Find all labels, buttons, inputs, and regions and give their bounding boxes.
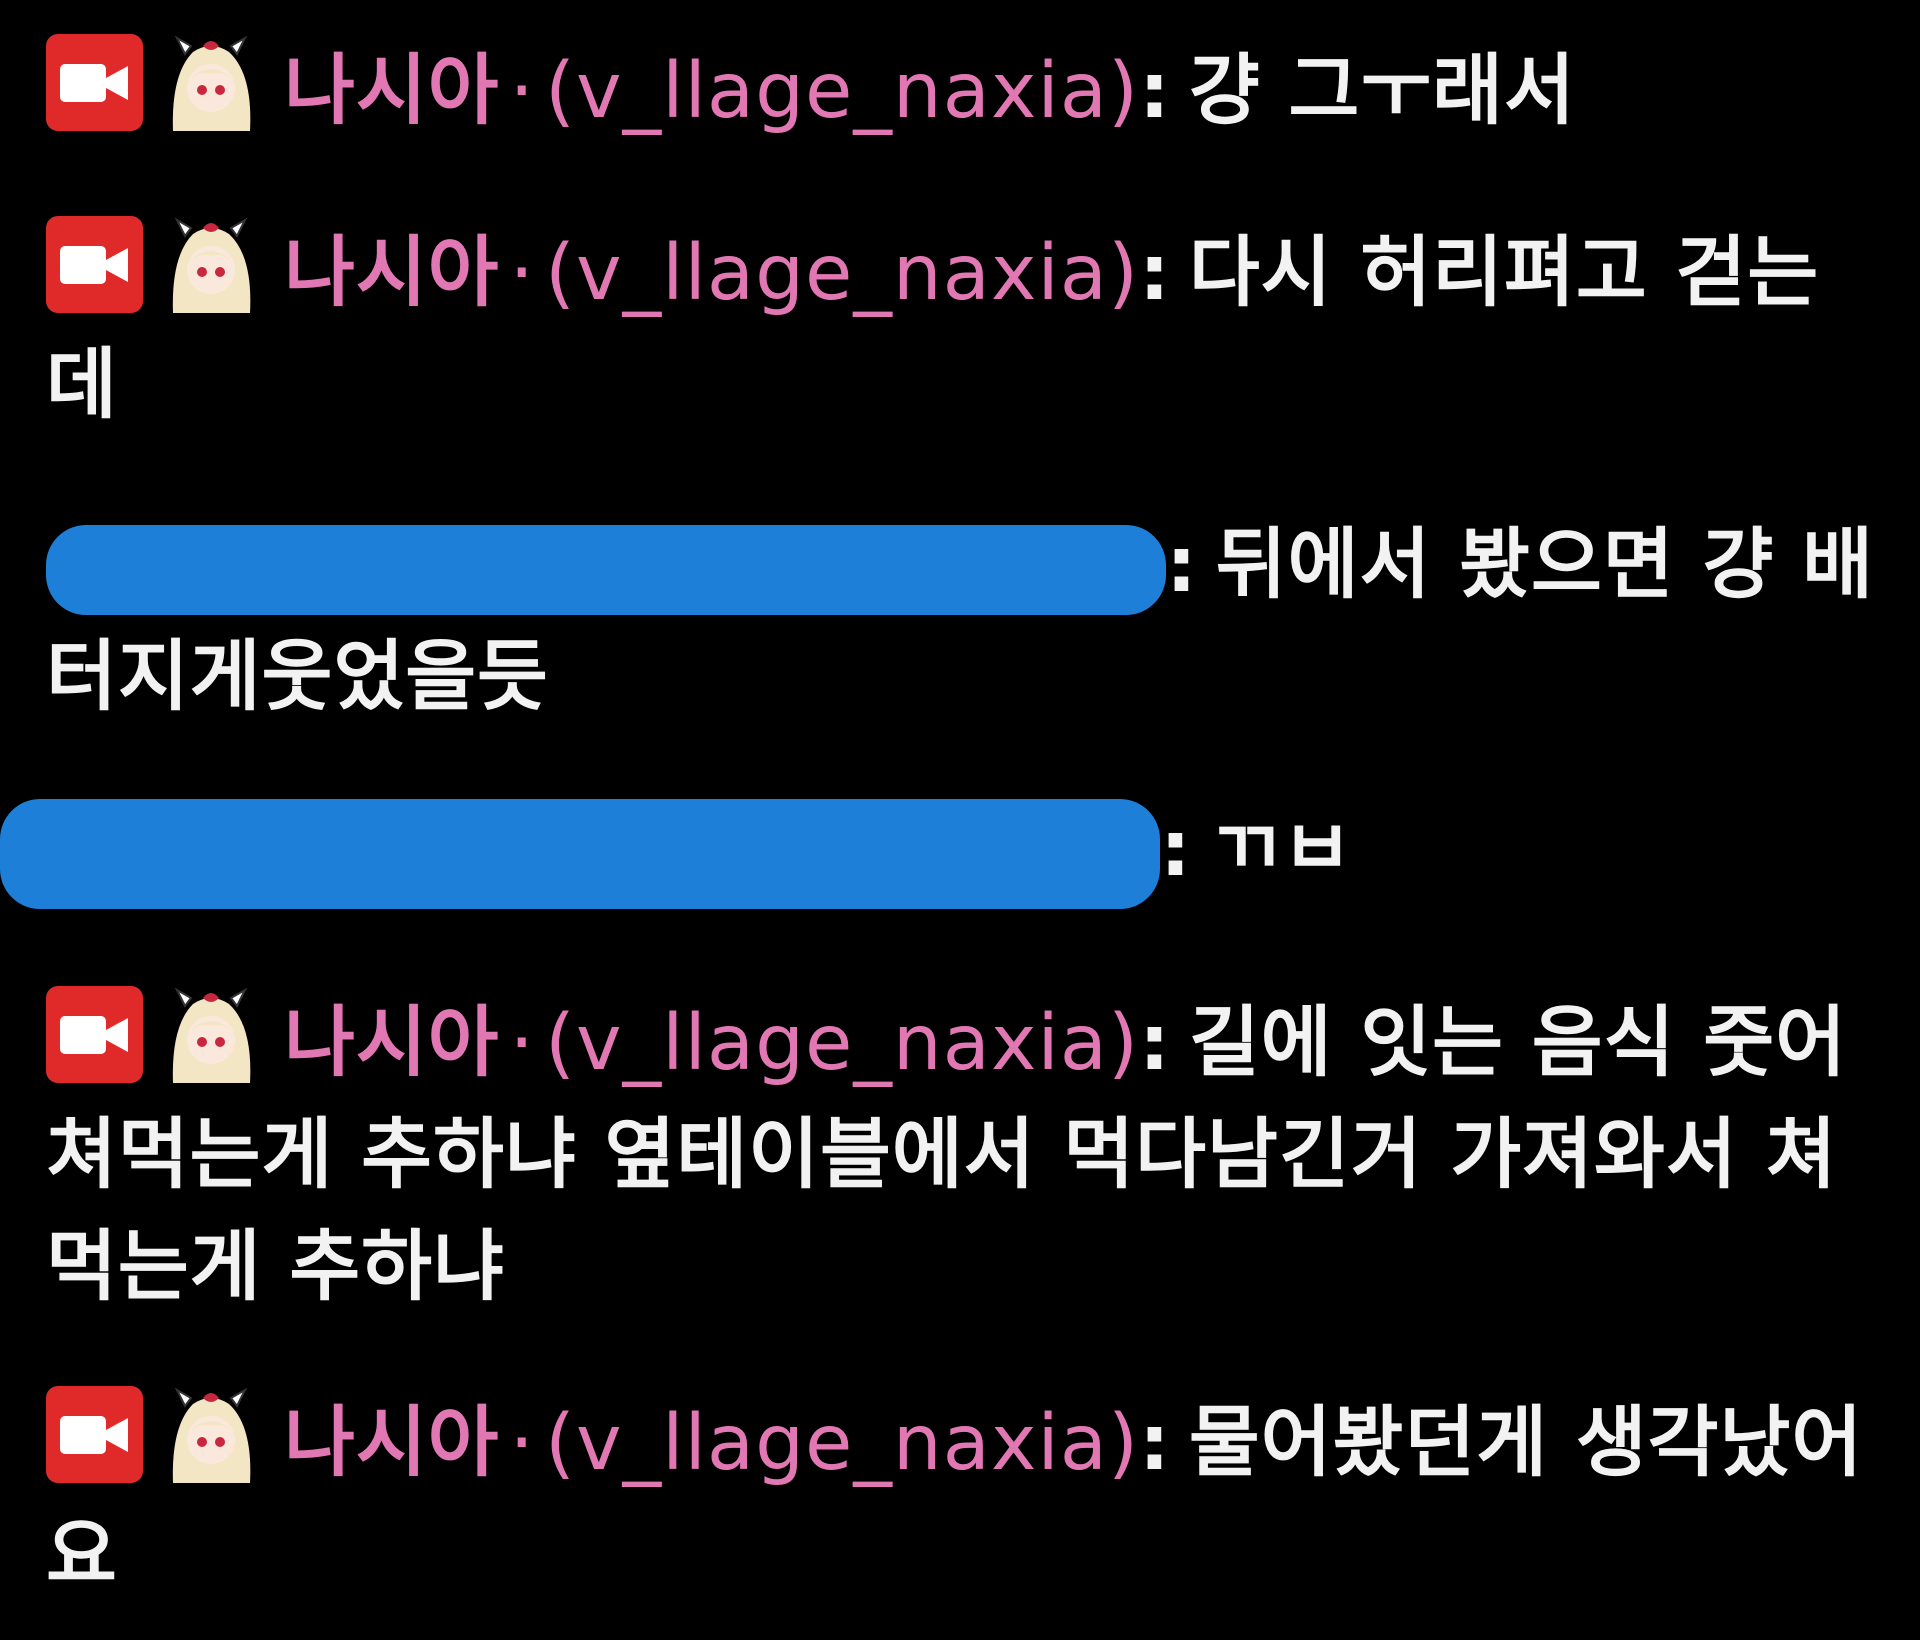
name-separator: · xyxy=(509,999,536,1088)
username[interactable]: (v_llage_naxia) xyxy=(545,229,1139,318)
avatar[interactable] xyxy=(163,1386,260,1483)
name-separator: · xyxy=(509,1399,536,1488)
colon: : xyxy=(1139,47,1171,136)
message-text: ㄲㅂ xyxy=(1209,805,1354,894)
avatar[interactable] xyxy=(163,216,260,313)
redaction-scribble xyxy=(46,525,1166,615)
avatar[interactable] xyxy=(163,986,260,1083)
name-separator: · xyxy=(509,229,536,318)
avatar[interactable] xyxy=(163,34,260,131)
display-name[interactable]: 나시아 xyxy=(284,229,500,318)
display-name[interactable]: 나시아 xyxy=(284,1399,500,1488)
video-camera-icon xyxy=(46,1386,143,1483)
video-camera-icon xyxy=(46,34,143,131)
colon: : xyxy=(1139,229,1171,318)
colon: : xyxy=(1139,999,1171,1088)
username[interactable]: (v_llage_naxia) xyxy=(545,1399,1139,1488)
chat-message: 나시아 · (v_llage_naxia): 다시 허리펴고 걷는데 xyxy=(46,216,1886,442)
username[interactable]: (v_llage_naxia) xyxy=(545,999,1139,1088)
chat-message: 나시아 · (v_llage_naxia): 길에 잇는 음식 줏어쳐먹는게 추하냐 … xyxy=(46,986,1886,1324)
colon: : xyxy=(1166,521,1198,610)
video-camera-icon xyxy=(46,216,143,313)
colon: : xyxy=(1139,1399,1171,1488)
colon: : xyxy=(1160,805,1192,894)
name-separator: · xyxy=(509,47,536,136)
display-name[interactable]: 나시아 xyxy=(284,999,500,1088)
chat-message: 나시아 · (v_llage_naxia): 걍 그ㅜ래서 xyxy=(46,34,1886,148)
video-camera-icon xyxy=(46,986,143,1083)
username[interactable]: (v_llage_naxia) xyxy=(545,47,1139,136)
chat-message: : 뒤에서 봤으면 걍 배터지게웃었을듯 xyxy=(46,510,1886,734)
redaction-scribble xyxy=(0,799,1160,909)
chat-message: 나시아 · (v_llage_naxia): 물어봤던게 생각났어요 xyxy=(46,1386,1886,1612)
display-name[interactable]: 나시아 xyxy=(284,47,500,136)
chat-log: 나시아 · (v_llage_naxia): 걍 그ㅜ래서 나시아 · (v_llage_… xyxy=(0,0,1920,1640)
message-text: 걍 그ㅜ래서 xyxy=(1188,47,1576,136)
chat-message: : ㄲㅂ xyxy=(0,794,1880,909)
